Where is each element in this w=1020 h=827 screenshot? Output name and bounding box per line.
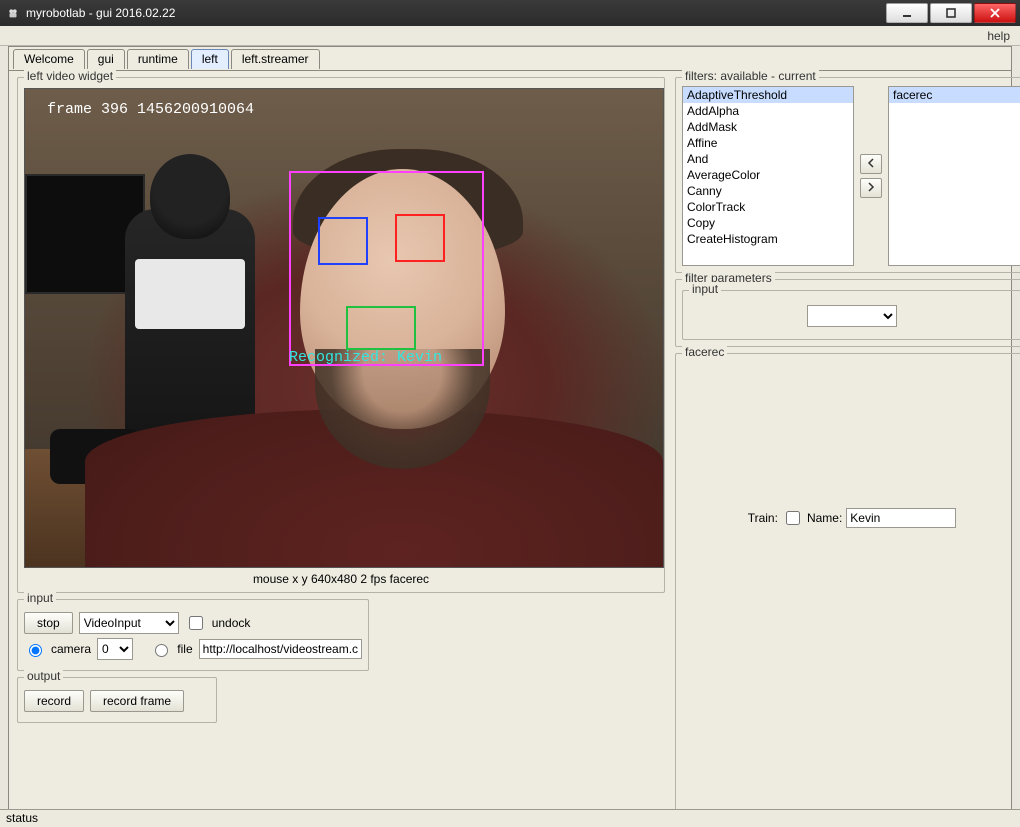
app-window: myrobotlab - gui 2016.02.22 help Welcome…	[0, 0, 1020, 827]
tabs: Welcome gui runtime left left.streamer	[9, 47, 1011, 69]
close-button[interactable]	[974, 3, 1016, 23]
file-label: file	[177, 642, 192, 656]
record-frame-button[interactable]: record frame	[90, 690, 184, 712]
list-item[interactable]: CreateHistogram	[683, 231, 853, 247]
list-item[interactable]: facerec	[889, 87, 1020, 103]
name-input[interactable]	[846, 508, 956, 528]
filters-group: filters: available - current AdaptiveThr…	[675, 77, 1020, 273]
train-checkbox[interactable]	[786, 511, 800, 525]
camera-label: camera	[51, 642, 91, 656]
record-button[interactable]: record	[24, 690, 84, 712]
video-caption: mouse x y 640x480 2 fps facerec	[24, 572, 658, 586]
camera-index-select[interactable]: 0	[97, 638, 133, 660]
add-filter-button[interactable]	[860, 178, 882, 198]
minimize-button[interactable]	[886, 3, 928, 23]
list-item[interactable]: Copy	[683, 215, 853, 231]
input-legend: input	[24, 591, 56, 605]
video-widget-group: left video widget fram	[17, 77, 665, 593]
window-title: myrobotlab - gui 2016.02.22	[26, 6, 175, 20]
file-radio[interactable]	[155, 644, 168, 657]
mouth-rect	[346, 306, 416, 350]
chevron-right-icon	[867, 181, 875, 195]
train-label: Train:	[748, 511, 778, 525]
facerec-group: facerec Train: Name:	[675, 353, 1020, 819]
output-group: output record record frame	[17, 677, 217, 723]
filter-input-legend: input	[689, 282, 721, 296]
video-widget-legend: left video widget	[24, 69, 116, 83]
maximize-button[interactable]	[930, 3, 972, 23]
list-item[interactable]: ColorTrack	[683, 199, 853, 215]
tab-runtime[interactable]: runtime	[127, 49, 189, 69]
input-group: input stop VideoInput undock camera	[17, 599, 369, 671]
tab-welcome[interactable]: Welcome	[13, 49, 85, 69]
list-item[interactable]: AddMask	[683, 119, 853, 135]
undock-checkbox[interactable]	[189, 616, 203, 630]
filter-parameters-group: filter parameters input	[675, 279, 1020, 347]
name-label: Name:	[807, 511, 842, 525]
status-label: status	[6, 811, 38, 825]
file-url-input[interactable]	[199, 639, 362, 659]
recognized-text: Recognized: Kevin	[289, 349, 442, 366]
window-controls	[886, 3, 1016, 23]
remove-filter-button[interactable]	[860, 154, 882, 174]
tab-gui[interactable]: gui	[87, 49, 125, 69]
stop-button[interactable]: stop	[24, 612, 73, 634]
left-eye-rect	[318, 217, 368, 265]
list-item[interactable]: AverageColor	[683, 167, 853, 183]
list-item[interactable]: Canny	[683, 183, 853, 199]
output-legend: output	[24, 669, 63, 683]
list-item[interactable]: AddAlpha	[683, 103, 853, 119]
facerec-legend: facerec	[682, 345, 727, 359]
filter-input-select[interactable]	[807, 305, 897, 327]
list-item[interactable]: Affine	[683, 135, 853, 151]
list-item[interactable]: And	[683, 151, 853, 167]
list-item[interactable]: AdaptiveThreshold	[683, 87, 853, 103]
filters-legend: filters: available - current	[682, 69, 819, 83]
main-panel: Welcome gui runtime left left.streamer l…	[8, 46, 1012, 826]
current-filters-list[interactable]: facerec	[888, 86, 1020, 266]
source-select[interactable]: VideoInput	[79, 612, 179, 634]
app-icon	[6, 6, 20, 20]
titlebar: myrobotlab - gui 2016.02.22	[0, 0, 1020, 26]
help-menu[interactable]: help	[987, 29, 1010, 43]
undock-label: undock	[212, 616, 251, 630]
menubar: help	[0, 26, 1020, 46]
filter-input-subgroup: input	[682, 290, 1020, 340]
right-eye-rect	[395, 214, 445, 262]
status-bar: status	[0, 809, 1020, 827]
frame-text: frame 396 1456200910064	[47, 101, 254, 118]
tab-left[interactable]: left	[191, 49, 229, 69]
tab-content: left video widget fram	[9, 70, 1011, 825]
available-filters-list[interactable]: AdaptiveThreshold AddAlpha AddMask Affin…	[682, 86, 854, 266]
camera-radio[interactable]	[29, 644, 42, 657]
video-display[interactable]: frame 396 1456200910064 Recognized: Kevi…	[24, 88, 664, 568]
tab-leftstreamer[interactable]: left.streamer	[231, 49, 320, 69]
chevron-left-icon	[867, 157, 875, 171]
